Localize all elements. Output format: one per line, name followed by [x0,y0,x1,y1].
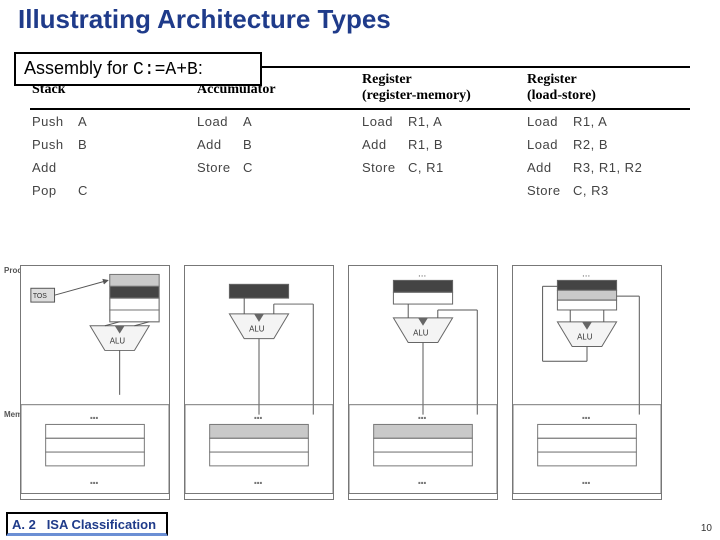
stack-row-2: Add [30,156,195,179]
stack-row-1: PushB [30,133,195,156]
svg-text:ALU: ALU [413,329,429,338]
assembly-box: Assembly for C:=A+B: [14,52,262,86]
stack-row-3: PopC [30,179,195,202]
rm-row-0: LoadR1, A [360,110,525,133]
stack-row-0: PushA [30,110,195,133]
architecture-table: Stack Accumulator Register(register-memo… [30,66,690,202]
svg-text:...: ... [418,268,426,279]
svg-text:...: ... [418,476,426,487]
assembly-suffix: : [198,58,203,78]
assembly-prefix: Assembly for [24,58,133,78]
rm-row-2: StoreC, R1 [360,156,525,179]
ls-row-0: LoadR1, A [525,110,690,133]
rm-row-1: AddR1, B [360,133,525,156]
svg-text:...: ... [582,476,590,487]
acc-row-2: StoreC [195,156,360,179]
svg-text:ALU: ALU [110,337,126,346]
svg-text:ALU: ALU [249,325,265,334]
svg-text:...: ... [418,411,426,422]
svg-text:...: ... [90,476,98,487]
ls-row-2: AddR3, R1, R2 [525,156,690,179]
diagram-accumulator: ALU ... ... [184,265,334,500]
svg-text:...: ... [582,268,590,279]
diagram-regmem: ... ALU ... ... [348,265,498,500]
svg-text:...: ... [90,411,98,422]
ls-row-1: LoadR2, B [525,133,690,156]
svg-text:...: ... [254,476,262,487]
assembly-code: C:=A+B [133,60,198,80]
diagram-loadstore: ... ALU ... [512,265,662,500]
svg-text:TOS: TOS [33,293,47,300]
ls-row-3: StoreC, R3 [525,179,690,202]
svg-text:...: ... [254,411,262,422]
diagram-stack: TOS ALU ... ... [20,265,170,500]
svg-text:...: ... [582,411,590,422]
footer-label: ISA Classification [47,517,156,532]
col-header-loadstore: Register(load-store) [525,68,690,108]
architecture-diagrams: TOS ALU ... ... [20,265,690,500]
slide-title: Illustrating Architecture Types [18,4,391,35]
footer-section: A. 2 [12,517,36,532]
footer: A. 2 ISA Classification [6,512,168,536]
acc-row-1: AddB [195,133,360,156]
col-header-regmem: Register(register-memory) [360,68,525,108]
svg-text:ALU: ALU [577,333,593,342]
acc-row-0: LoadA [195,110,360,133]
page-number: 10 [701,523,712,534]
